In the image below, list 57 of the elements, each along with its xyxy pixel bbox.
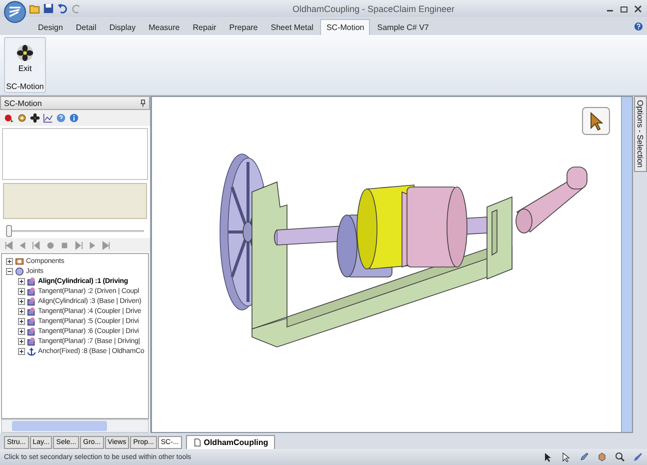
ribbon-tab[interactable]: SC-Motion bbox=[320, 19, 370, 35]
joint-icon bbox=[27, 326, 36, 336]
fan-icon bbox=[16, 44, 34, 62]
save-icon[interactable] bbox=[43, 3, 54, 14]
restore-icon[interactable] bbox=[619, 4, 629, 14]
ribbon-tab[interactable]: Measure bbox=[142, 19, 186, 35]
pencil-icon[interactable] bbox=[633, 452, 643, 462]
side-tab[interactable]: Options - Selection bbox=[634, 96, 646, 172]
chart-icon[interactable] bbox=[43, 113, 53, 123]
joint-icon bbox=[27, 316, 36, 326]
ribbon-tab[interactable]: Design bbox=[32, 19, 69, 35]
expander-icon[interactable] bbox=[18, 328, 25, 334]
ribbon-tab[interactable]: Repair bbox=[186, 19, 222, 35]
joint-icon bbox=[27, 336, 36, 346]
joints-icon bbox=[15, 266, 24, 276]
ribbon-tab[interactable]: Prepare bbox=[223, 19, 264, 35]
joint-icon bbox=[27, 286, 36, 296]
app-menu-icon[interactable] bbox=[4, 0, 26, 22]
zoom-icon[interactable] bbox=[615, 452, 625, 462]
expander-icon[interactable] bbox=[18, 298, 25, 304]
open-folder-icon[interactable] bbox=[29, 3, 40, 14]
horizontal-scrollbar[interactable] bbox=[1, 419, 149, 433]
expander-icon[interactable] bbox=[18, 348, 25, 354]
help-icon[interactable] bbox=[634, 22, 643, 30]
expander-icon[interactable] bbox=[18, 308, 25, 314]
pin-icon[interactable] bbox=[140, 99, 146, 107]
expander-icon[interactable] bbox=[18, 338, 25, 344]
anchor-icon bbox=[27, 346, 36, 356]
window-title: OldhamCoupling - SpaceClaim Engineer bbox=[291, 4, 456, 14]
expander-icon[interactable] bbox=[18, 288, 25, 294]
exit-button[interactable]: Exit bbox=[16, 38, 34, 82]
vertical-scrollbar[interactable] bbox=[621, 97, 632, 432]
joint-icon bbox=[27, 306, 36, 316]
document-tab[interactable]: OldhamCoupling bbox=[186, 435, 276, 449]
expander-icon[interactable] bbox=[18, 278, 25, 284]
expander-icon[interactable] bbox=[6, 258, 13, 264]
panel-title: SC-Motion bbox=[4, 98, 42, 108]
joint-icon bbox=[27, 276, 36, 286]
expander-icon[interactable] bbox=[18, 318, 25, 324]
components-icon bbox=[15, 256, 24, 266]
ribbon-tab[interactable]: Sheet Metal bbox=[264, 19, 320, 35]
ribbon-tab[interactable]: Display bbox=[103, 19, 142, 35]
document-icon bbox=[192, 438, 202, 447]
close-icon[interactable] bbox=[633, 4, 643, 14]
expander-icon[interactable] bbox=[6, 268, 13, 274]
info-icon[interactable] bbox=[69, 113, 79, 123]
slider-thumb[interactable] bbox=[6, 225, 12, 237]
ribbon-tab[interactable]: Detail bbox=[70, 19, 102, 35]
help-icon[interactable] bbox=[56, 113, 66, 123]
group-label: SC-Motion bbox=[6, 82, 44, 92]
select-tool-button[interactable] bbox=[582, 107, 610, 135]
fan-icon[interactable] bbox=[30, 113, 40, 123]
joint-icon bbox=[27, 296, 36, 306]
undo-icon[interactable] bbox=[57, 3, 68, 14]
add-body-icon[interactable] bbox=[4, 113, 14, 123]
ribbon-tab[interactable]: Sample C# V7 bbox=[371, 19, 435, 35]
pencil-icon[interactable] bbox=[579, 452, 589, 462]
